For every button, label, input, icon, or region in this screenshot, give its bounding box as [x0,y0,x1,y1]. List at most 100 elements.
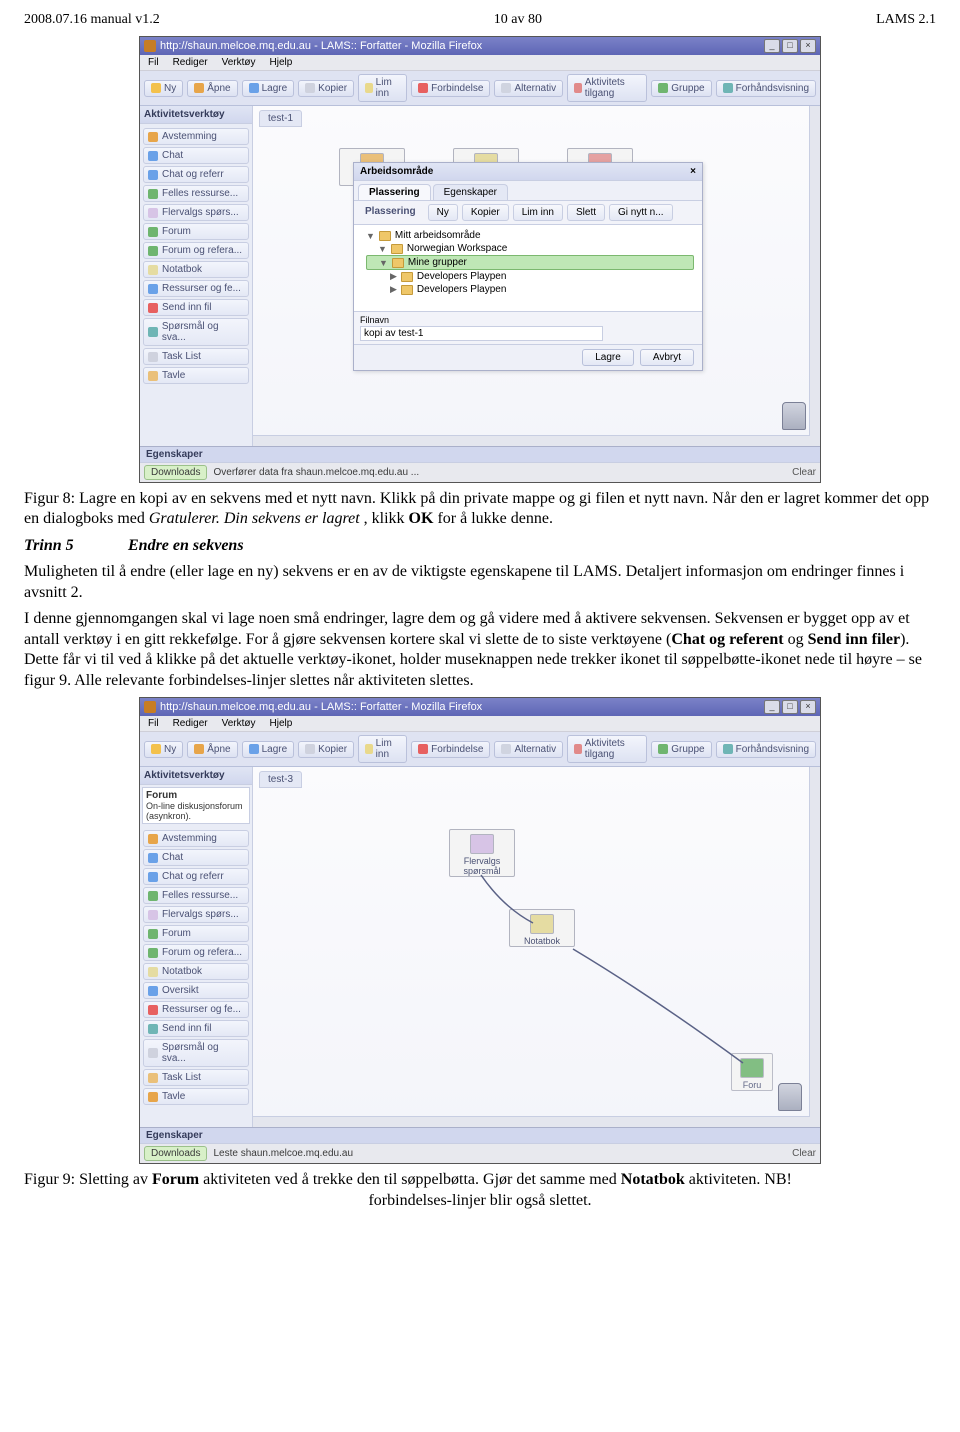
scrollbar-horizontal[interactable] [253,435,810,446]
menu-item[interactable]: Rediger [173,718,208,729]
sidebar-tool-item[interactable]: Oversikt [143,982,249,999]
filename-input[interactable]: kopi av test-1 [360,326,603,341]
tree-toggle-icon[interactable]: ▼ [378,244,387,254]
sidebar-tool-item[interactable]: Ressurser og fe... [143,1001,249,1018]
tool-preview[interactable]: Forhåndsvisning [716,741,816,758]
scrollbar-vertical[interactable] [809,106,820,446]
sidebar-tool-item[interactable]: Avstemming [143,128,249,145]
sidebar-tool-item[interactable]: Notatbok [143,261,249,278]
dialog-cancel-button[interactable]: Avbryt [640,349,694,366]
tool-access[interactable]: Aktivitets tilgang [567,74,647,102]
downloads-button[interactable]: Downloads [144,1146,207,1161]
dialog-tool-paste[interactable]: Lim inn [513,204,563,221]
sidebar-tool-item[interactable]: Send inn fil [143,299,249,316]
dialog-tool-copy[interactable]: Kopier [462,204,509,221]
minimize-button[interactable]: _ [764,39,780,53]
sidebar-tool-item[interactable]: Task List [143,1069,249,1086]
dialog-tool-rename[interactable]: Gi nytt n... [609,204,673,221]
menu-item[interactable]: Hjelp [270,57,293,68]
dialog-close-button[interactable]: × [690,166,696,177]
sidebar-tool-item[interactable]: Forum [143,223,249,240]
sidebar-tool-item[interactable]: Flervalgs spørs... [143,906,249,923]
close-button[interactable]: × [800,700,816,714]
tool-open[interactable]: Åpne [187,741,237,758]
tool-icon [148,284,158,294]
close-button[interactable]: × [800,39,816,53]
sidebar-tool-item[interactable]: Forum [143,925,249,942]
tool-access[interactable]: Aktivitets tilgang [567,735,647,763]
tool-copy[interactable]: Kopier [298,80,354,97]
sidebar-tool-item[interactable]: Chat [143,849,249,866]
sidebar-tool-item[interactable]: Spørsmål og sva... [143,1039,249,1067]
tree-item[interactable]: ▶Developers Playpen [366,283,694,296]
maximize-button[interactable]: □ [782,700,798,714]
sidebar-tool-item[interactable]: Tavle [143,1088,249,1105]
menu-item[interactable]: Hjelp [270,718,293,729]
sidebar-tool-item[interactable]: Felles ressurse... [143,887,249,904]
sidebar-tool-item[interactable]: Send inn fil [143,1020,249,1037]
menu-item[interactable]: Rediger [173,57,208,68]
tree-item[interactable]: ▶Developers Playpen [366,270,694,283]
canvas-tab[interactable]: test-1 [259,110,302,127]
trash-icon[interactable] [782,402,806,430]
sidebar-tool-item[interactable]: Felles ressurse... [143,185,249,202]
folder-tree[interactable]: ▼Mitt arbeidsområde▼Norwegian Workspace▼… [354,225,702,312]
tool-new[interactable]: Ny [144,80,183,97]
sidebar-tool-item[interactable]: Spørsmål og sva... [143,318,249,346]
minimize-button[interactable]: _ [764,700,780,714]
sidebar-tool-item[interactable]: Forum og refera... [143,944,249,961]
dialog-save-button[interactable]: Lagre [582,349,634,366]
tool-copy[interactable]: Kopier [298,741,354,758]
tool-paste[interactable]: Lim inn [358,74,407,102]
tool-connection[interactable]: Forbindelse [411,741,490,758]
tool-alternative[interactable]: Alternativ [494,741,563,758]
dialog-tab-placement[interactable]: Plassering [358,184,431,200]
downloads-button[interactable]: Downloads [144,465,207,480]
tool-new[interactable]: Ny [144,741,183,758]
dialog-tool-delete[interactable]: Slett [567,204,605,221]
properties-panel[interactable]: Egenskaper [140,446,820,462]
tree-toggle-icon[interactable]: ▶ [390,284,397,295]
menu-item[interactable]: Verktøy [222,57,256,68]
scrollbar-horizontal[interactable] [253,1116,810,1127]
clear-button[interactable]: Clear [792,1148,816,1159]
canvas[interactable]: test-1 TavleNotatbokAvstemming Arbeidsom… [253,106,820,446]
sidebar-tool-item[interactable]: Task List [143,348,249,365]
sidebar-tool-item[interactable]: Forum og refera... [143,242,249,259]
sidebar-tool-item[interactable]: Chat og referr [143,868,249,885]
tool-label: Tavle [162,1091,185,1102]
scrollbar-vertical[interactable] [809,767,820,1127]
sidebar-tool-item[interactable]: Ressurser og fe... [143,280,249,297]
tree-item[interactable]: ▼Norwegian Workspace [366,242,694,255]
tree-toggle-icon[interactable]: ▼ [366,231,375,241]
sidebar-tool-item[interactable]: Chat [143,147,249,164]
sidebar-tool-item[interactable]: Notatbok [143,963,249,980]
tool-save[interactable]: Lagre [242,741,295,758]
tool-group[interactable]: Gruppe [651,80,711,97]
tool-paste[interactable]: Lim inn [358,735,407,763]
tool-connection[interactable]: Forbindelse [411,80,490,97]
properties-panel[interactable]: Egenskaper [140,1127,820,1143]
dialog-tool-new[interactable]: Ny [428,204,458,221]
dialog-tab-properties[interactable]: Egenskaper [433,184,508,200]
trash-icon[interactable] [778,1083,802,1111]
sidebar-tool-item[interactable]: Avstemming [143,830,249,847]
menu-item[interactable]: Verktøy [222,718,256,729]
tool-preview[interactable]: Forhåndsvisning [716,80,816,97]
sidebar-tool-item[interactable]: Flervalgs spørs... [143,204,249,221]
tool-group[interactable]: Gruppe [651,741,711,758]
menu-item[interactable]: Fil [148,57,159,68]
tree-toggle-icon[interactable]: ▼ [379,258,388,268]
tool-open[interactable]: Åpne [187,80,237,97]
tree-item[interactable]: ▼Mine grupper [366,255,694,270]
tree-item[interactable]: ▼Mitt arbeidsområde [366,229,694,242]
tool-alternative[interactable]: Alternativ [494,80,563,97]
clear-button[interactable]: Clear [792,467,816,478]
tool-save[interactable]: Lagre [242,80,295,97]
sidebar-tool-item[interactable]: Chat og referr [143,166,249,183]
tree-toggle-icon[interactable]: ▶ [390,271,397,282]
menu-item[interactable]: Fil [148,718,159,729]
maximize-button[interactable]: □ [782,39,798,53]
canvas[interactable]: test-3 Flervalgs spørsmålNotatbokForu [253,767,820,1127]
sidebar-tool-item[interactable]: Tavle [143,367,249,384]
